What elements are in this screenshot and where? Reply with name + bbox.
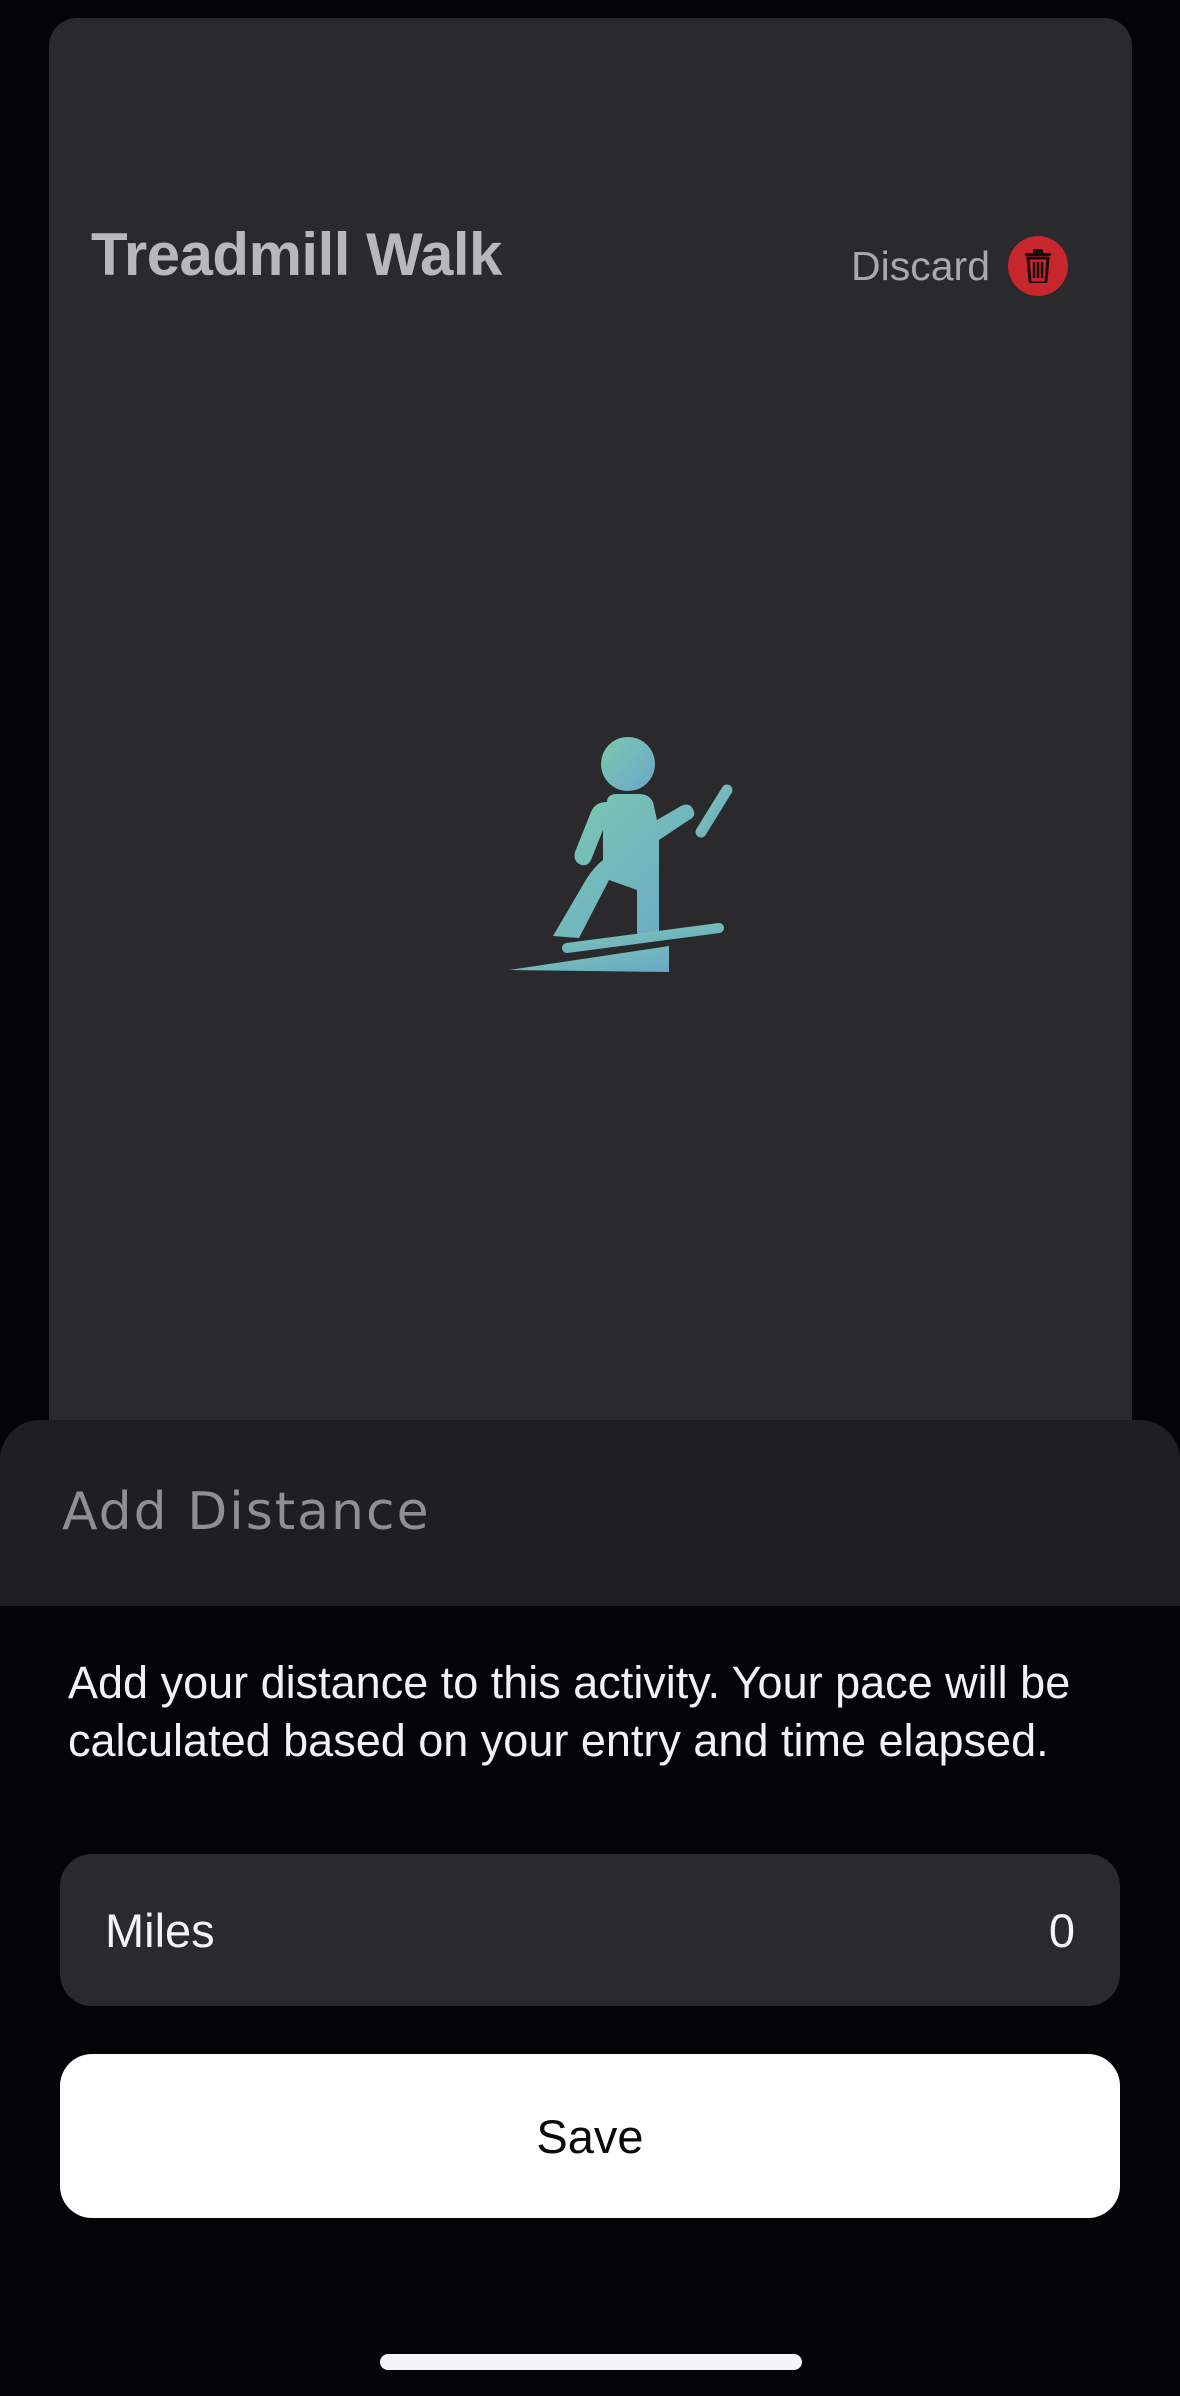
discard-label: Discard (851, 242, 990, 289)
screen: Treadmill Walk Discard Add Distance Add … (0, 0, 1180, 2396)
home-indicator[interactable] (380, 2354, 802, 2370)
discard-button[interactable]: Discard (851, 236, 1068, 296)
miles-field[interactable]: Miles 0 (60, 1854, 1120, 2006)
miles-label: Miles (105, 1903, 215, 1957)
save-button[interactable]: Save (60, 2054, 1120, 2218)
treadmill-walk-icon (469, 710, 769, 1000)
sheet-description: Add your distance to this activity. Your… (68, 1657, 1071, 1766)
activity-card: Treadmill Walk Discard (49, 18, 1132, 1458)
sheet-body: Add your distance to this activity. Your… (0, 1606, 1180, 2396)
sheet-title: Add Distance (62, 1482, 431, 1542)
miles-value-input[interactable]: 0 (1049, 1903, 1075, 1958)
trash-icon[interactable] (1008, 236, 1068, 296)
activity-title: Treadmill Walk (91, 221, 502, 288)
sheet-header: Add Distance (0, 1420, 1180, 1606)
